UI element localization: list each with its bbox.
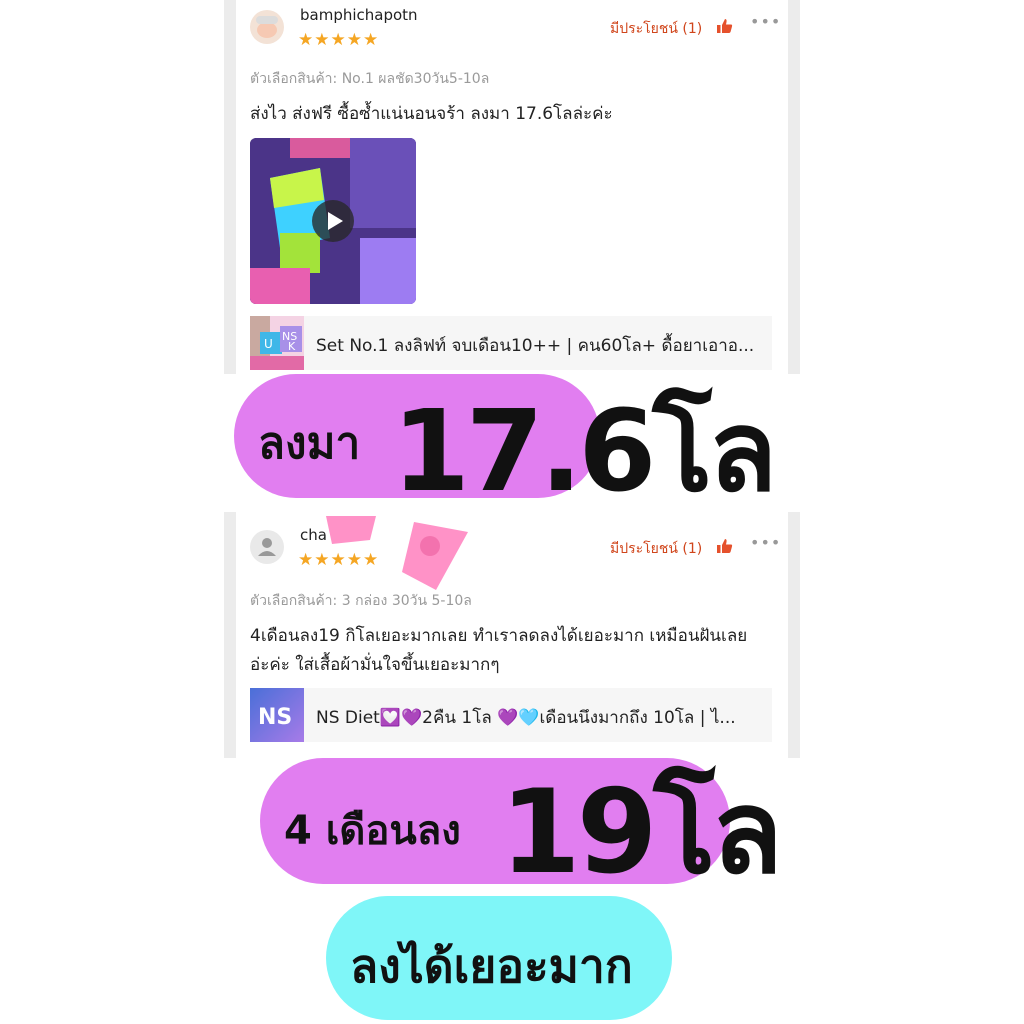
product-thumbnail: NS (250, 688, 304, 742)
avatar[interactable] (250, 10, 284, 44)
banner-1-prefix: ลงมา (258, 418, 361, 469)
star-rating: ★★★★★ (298, 30, 380, 50)
pink-sticker-decoration (326, 516, 468, 590)
banner-2-prefix: 4 เดือนลง (284, 808, 461, 854)
left-rail-top (224, 0, 236, 374)
product-thumbnail: NS U K (250, 316, 304, 370)
product-name[interactable]: NS Diet💟💜2คืน 1โล 💜🩵เดือนนึงมากถึง 10โล … (316, 704, 766, 731)
product-thumbnail-image: NS U K (250, 316, 304, 370)
ns-logo-text: NS (258, 705, 292, 730)
helpful-count[interactable]: มีประโยชน์ (1) (610, 18, 702, 40)
default-user-icon (258, 538, 276, 556)
product-name[interactable]: Set No.1 ลงลิฟท์ จบเดือน10++ | คน60โล+ ด… (316, 332, 766, 359)
variant-label: ตัวเลือกสินค้า: 3 กล่อง 30วัน 5-10ล (250, 593, 472, 609)
user-photo-icon (256, 16, 278, 38)
banner-3-text: ลงได้เยอะมาก (350, 939, 633, 993)
username[interactable]: bamphichapotn (300, 6, 418, 24)
helpful-count[interactable]: มีประโยชน์ (1) (610, 538, 702, 560)
avatar[interactable] (250, 530, 284, 564)
variant-label: ตัวเลือกสินค้า: No.1 ผลชัด30วัน5-10ล (250, 71, 490, 87)
review-text-line-1: 4เดือนลง19 กิโลเยอะมากเลย ทำเราลดลงได้เย… (250, 626, 748, 646)
ns-logo-thumbnail: NS (250, 688, 304, 742)
more-options-icon[interactable]: ••• (750, 12, 781, 31)
right-rail-top (788, 0, 800, 374)
u-logo-text: U (264, 337, 273, 351)
play-icon (328, 212, 343, 230)
more-options-icon[interactable]: ••• (750, 533, 781, 552)
review-text-line-2: อ่ะค่ะ ใส่เสื้อผ้ามั่นใจขึ้นเยอะมากๆ (250, 655, 500, 675)
left-rail-bottom (224, 512, 236, 758)
review-text: ส่งไว ส่งฟรี ซื้อซ้ำแน่นอนจร้า ลงมา 17.6… (250, 104, 613, 124)
k-logo-text: K (288, 340, 296, 353)
thumbs-up-icon[interactable] (716, 17, 734, 35)
play-button[interactable] (312, 200, 354, 242)
thumbs-up-icon[interactable] (716, 537, 734, 555)
page: bamphichapotn ★★★★★ มีประโยชน์ (1) ••• ต… (0, 0, 1024, 1024)
product-link-2[interactable]: NS NS Diet💟💜2คืน 1โล 💜🩵เดือนนึงมากถึง 10… (250, 688, 772, 742)
right-rail-bottom (788, 512, 800, 758)
